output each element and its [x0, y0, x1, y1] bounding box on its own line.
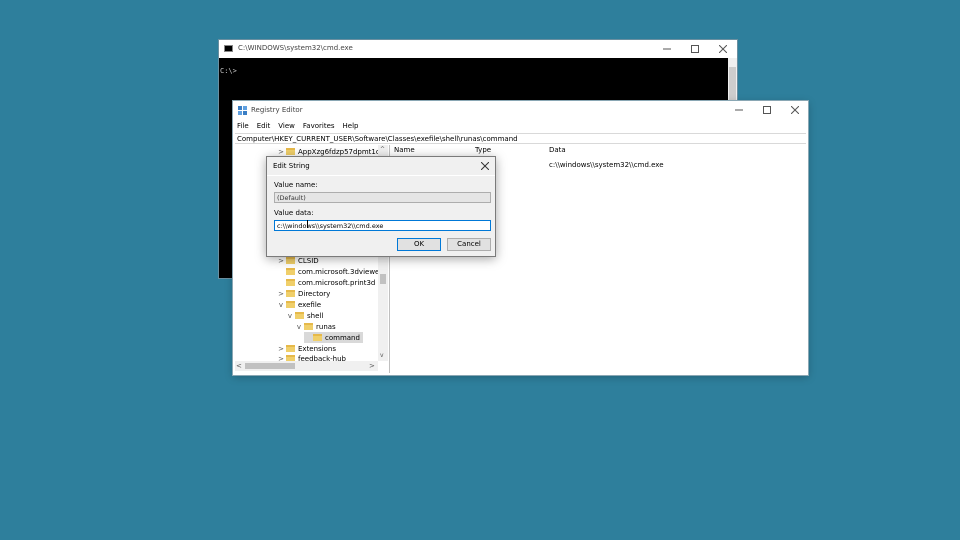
- menu-edit[interactable]: Edit: [253, 120, 275, 132]
- chevron-down-icon[interactable]: v: [286, 312, 294, 320]
- regedit-icon: [238, 106, 247, 115]
- tree-item-label: Directory: [298, 289, 331, 298]
- regedit-titlebar[interactable]: Registry Editor: [233, 101, 808, 120]
- tree-item[interactable]: com.microsoft.print3d: [277, 277, 375, 288]
- maximize-button[interactable]: [681, 40, 709, 58]
- tree-item-label: Extensions: [298, 344, 337, 353]
- tree-item-label: shell: [307, 311, 324, 320]
- value-name-field: (Default): [274, 192, 491, 203]
- cancel-button[interactable]: Cancel: [447, 238, 491, 251]
- chevron-down-icon[interactable]: v: [295, 323, 303, 331]
- folder-icon: [286, 279, 295, 286]
- dialog-divider: [267, 175, 495, 176]
- close-icon: [481, 162, 489, 170]
- menu-favorites[interactable]: Favorites: [299, 120, 339, 132]
- tree-item-label: CLSID: [298, 256, 319, 265]
- tree-item[interactable]: v exefile: [277, 299, 321, 310]
- chevron-right-icon[interactable]: >: [277, 290, 285, 298]
- tree-item-selected[interactable]: command: [304, 332, 363, 343]
- chevron-right-icon[interactable]: >: [277, 148, 285, 156]
- tree-item[interactable]: com.microsoft.3dviewer: [277, 266, 382, 277]
- menu-help[interactable]: Help: [339, 120, 363, 132]
- column-name[interactable]: Name: [394, 145, 415, 156]
- column-data[interactable]: Data: [549, 145, 566, 156]
- folder-icon: [286, 148, 295, 155]
- values-column-header: Name Type Data: [391, 145, 808, 156]
- cmd-prompt[interactable]: C:\>: [220, 67, 237, 75]
- cmd-title: C:\WINDOWS\system32\cmd.exe: [238, 44, 353, 52]
- dialog-close-button[interactable]: [481, 159, 489, 170]
- tree-item-label: exefile: [298, 300, 322, 309]
- folder-icon: [313, 334, 322, 341]
- regedit-minimize-button[interactable]: [725, 101, 753, 119]
- tree-item-label: com.microsoft.3dviewer: [298, 267, 383, 276]
- minimize-button[interactable]: [653, 40, 681, 58]
- tree-item[interactable]: v shell: [286, 310, 323, 321]
- tree-vertical-scroll-thumb[interactable]: [380, 274, 386, 284]
- value-name-label: Value name:: [274, 181, 318, 189]
- value-data: c:\\windows\\system32\\cmd.exe: [549, 161, 664, 169]
- tree-item[interactable]: > Directory: [277, 288, 330, 299]
- tree-item-label: AppXzg6fdzp57dpmt1dc: [298, 147, 385, 156]
- scroll-down-icon[interactable]: v: [380, 352, 384, 359]
- maximize-icon: [763, 106, 771, 114]
- scroll-right-icon[interactable]: >: [369, 362, 375, 370]
- tree-item-label: runas: [316, 322, 336, 331]
- dialog-title: Edit String: [273, 162, 310, 170]
- menu-view[interactable]: View: [274, 120, 299, 132]
- folder-icon: [295, 312, 304, 319]
- chevron-right-icon[interactable]: >: [277, 345, 285, 353]
- menu-bar: File Edit View Favorites Help: [233, 120, 808, 132]
- folder-icon: [286, 268, 295, 275]
- tree-item[interactable]: v runas: [295, 321, 336, 332]
- regedit-close-button[interactable]: [781, 101, 809, 119]
- folder-icon: [286, 345, 295, 352]
- maximize-icon: [691, 45, 699, 53]
- minimize-icon: [735, 109, 743, 111]
- tree-item-label: com.microsoft.print3d: [298, 278, 376, 287]
- tree-item-label: command: [325, 333, 360, 342]
- minimize-icon: [663, 48, 671, 50]
- regedit-title: Registry Editor: [251, 106, 303, 114]
- close-icon: [719, 45, 727, 53]
- scroll-left-icon[interactable]: <: [236, 362, 242, 370]
- scroll-up-icon[interactable]: ^: [380, 146, 385, 153]
- cmd-icon: [224, 45, 233, 52]
- text-cursor-icon: [307, 220, 308, 228]
- tree-horizontal-scroll-thumb[interactable]: [245, 363, 295, 369]
- value-data-label: Value data:: [274, 209, 314, 217]
- cmd-titlebar[interactable]: C:\WINDOWS\system32\cmd.exe: [219, 40, 737, 58]
- menu-file[interactable]: File: [233, 120, 253, 132]
- regedit-maximize-button[interactable]: [753, 101, 781, 119]
- close-button[interactable]: [709, 40, 737, 58]
- folder-icon: [286, 257, 295, 264]
- folder-icon: [286, 290, 295, 297]
- chevron-down-icon[interactable]: v: [277, 301, 285, 309]
- column-type[interactable]: Type: [475, 145, 491, 156]
- folder-icon: [304, 323, 313, 330]
- close-icon: [791, 106, 799, 114]
- chevron-right-icon[interactable]: >: [277, 257, 285, 265]
- ok-button[interactable]: OK: [397, 238, 441, 251]
- edit-string-dialog[interactable]: Edit String Value name: (Default) Value …: [266, 156, 496, 257]
- folder-icon: [286, 301, 295, 308]
- address-bar[interactable]: Computer\HKEY_CURRENT_USER\Software\Clas…: [235, 133, 806, 144]
